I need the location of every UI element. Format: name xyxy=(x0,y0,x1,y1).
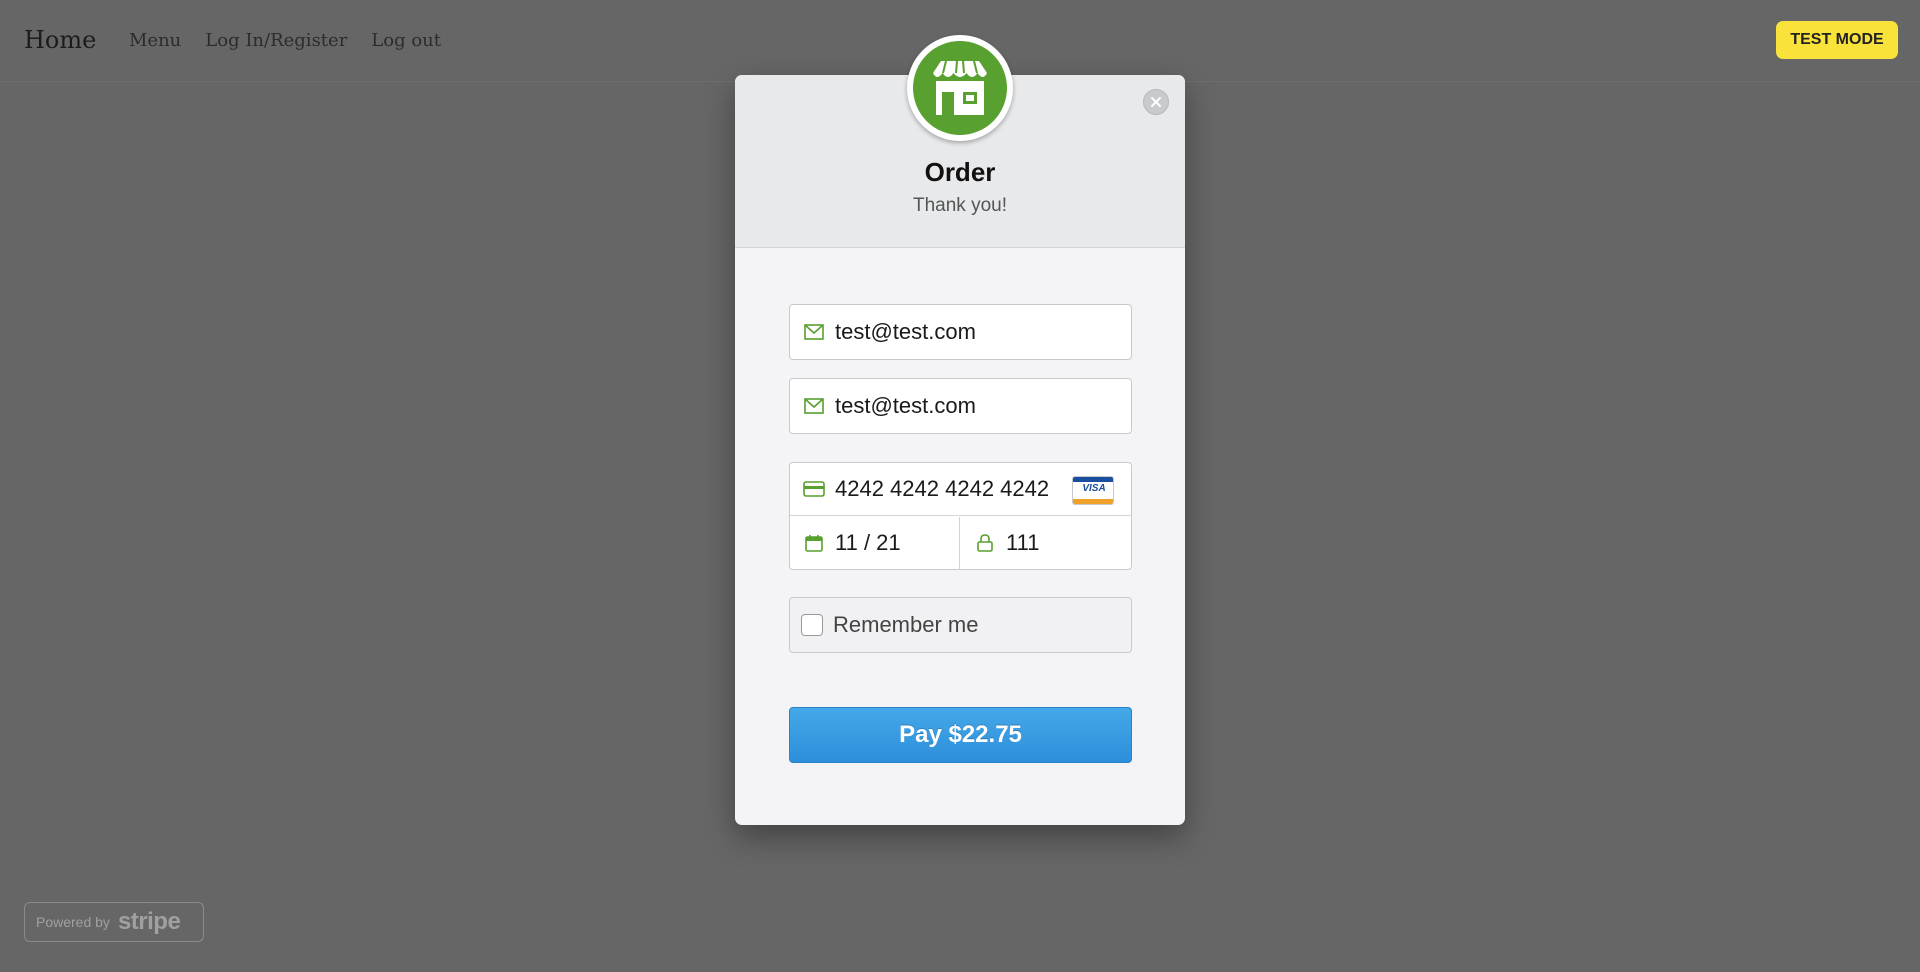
powered-by-stripe-link[interactable]: Powered by stripe xyxy=(24,902,204,942)
remember-me-label: Remember me xyxy=(833,612,979,637)
lock-icon xyxy=(974,532,996,554)
card-details-group: 4242 4242 4242 4242 VISA 11 / 21 111 xyxy=(789,462,1132,570)
test-mode-badge: TEST MODE xyxy=(1776,21,1898,59)
calendar-icon xyxy=(803,532,825,554)
card-number-field[interactable]: 4242 4242 4242 4242 VISA xyxy=(790,463,1131,516)
nav-link-login-register[interactable]: Log In/Register xyxy=(205,30,347,51)
close-icon xyxy=(1151,97,1161,107)
cvc-field[interactable]: 111 xyxy=(961,517,1131,569)
stripe-logo: stripe xyxy=(117,908,181,935)
credit-card-icon xyxy=(803,478,825,500)
email-field[interactable]: test@test.com xyxy=(789,304,1132,360)
remember-me-toggle[interactable]: Remember me xyxy=(789,597,1132,653)
logo-badge xyxy=(913,41,1007,135)
modal-subtitle: Thank you! xyxy=(913,195,1007,216)
powered-by-label: Powered by xyxy=(36,914,110,930)
nav-home-link[interactable]: Home xyxy=(24,26,96,54)
expiry-value: 11 / 21 xyxy=(835,530,901,555)
expiry-field[interactable]: 11 / 21 xyxy=(790,517,960,569)
pay-button[interactable]: Pay $22.75 xyxy=(789,707,1132,763)
modal-title: Order xyxy=(924,157,996,187)
visa-card-icon: VISA xyxy=(1072,476,1114,505)
email-confirm-value: test@test.com xyxy=(835,393,976,418)
checkout-modal: Order Thank you! test@test.com test@test… xyxy=(735,35,1185,825)
cvc-value: 111 xyxy=(1006,530,1040,555)
card-brand-label: VISA xyxy=(1082,483,1106,494)
nav-links: Menu Log In/Register Log out xyxy=(129,30,441,51)
email-value: test@test.com xyxy=(835,319,976,344)
remember-me-checkbox[interactable] xyxy=(801,614,823,636)
envelope-icon xyxy=(803,395,825,417)
envelope-icon xyxy=(803,321,825,343)
card-number-value: 4242 4242 4242 4242 xyxy=(835,476,1050,501)
merchant-logo xyxy=(907,35,1013,141)
nav-link-logout[interactable]: Log out xyxy=(371,30,441,51)
email-confirm-field[interactable]: test@test.com xyxy=(789,378,1132,434)
storefront-icon xyxy=(933,60,987,115)
nav-link-menu[interactable]: Menu xyxy=(129,30,181,51)
close-button[interactable] xyxy=(1143,89,1169,115)
